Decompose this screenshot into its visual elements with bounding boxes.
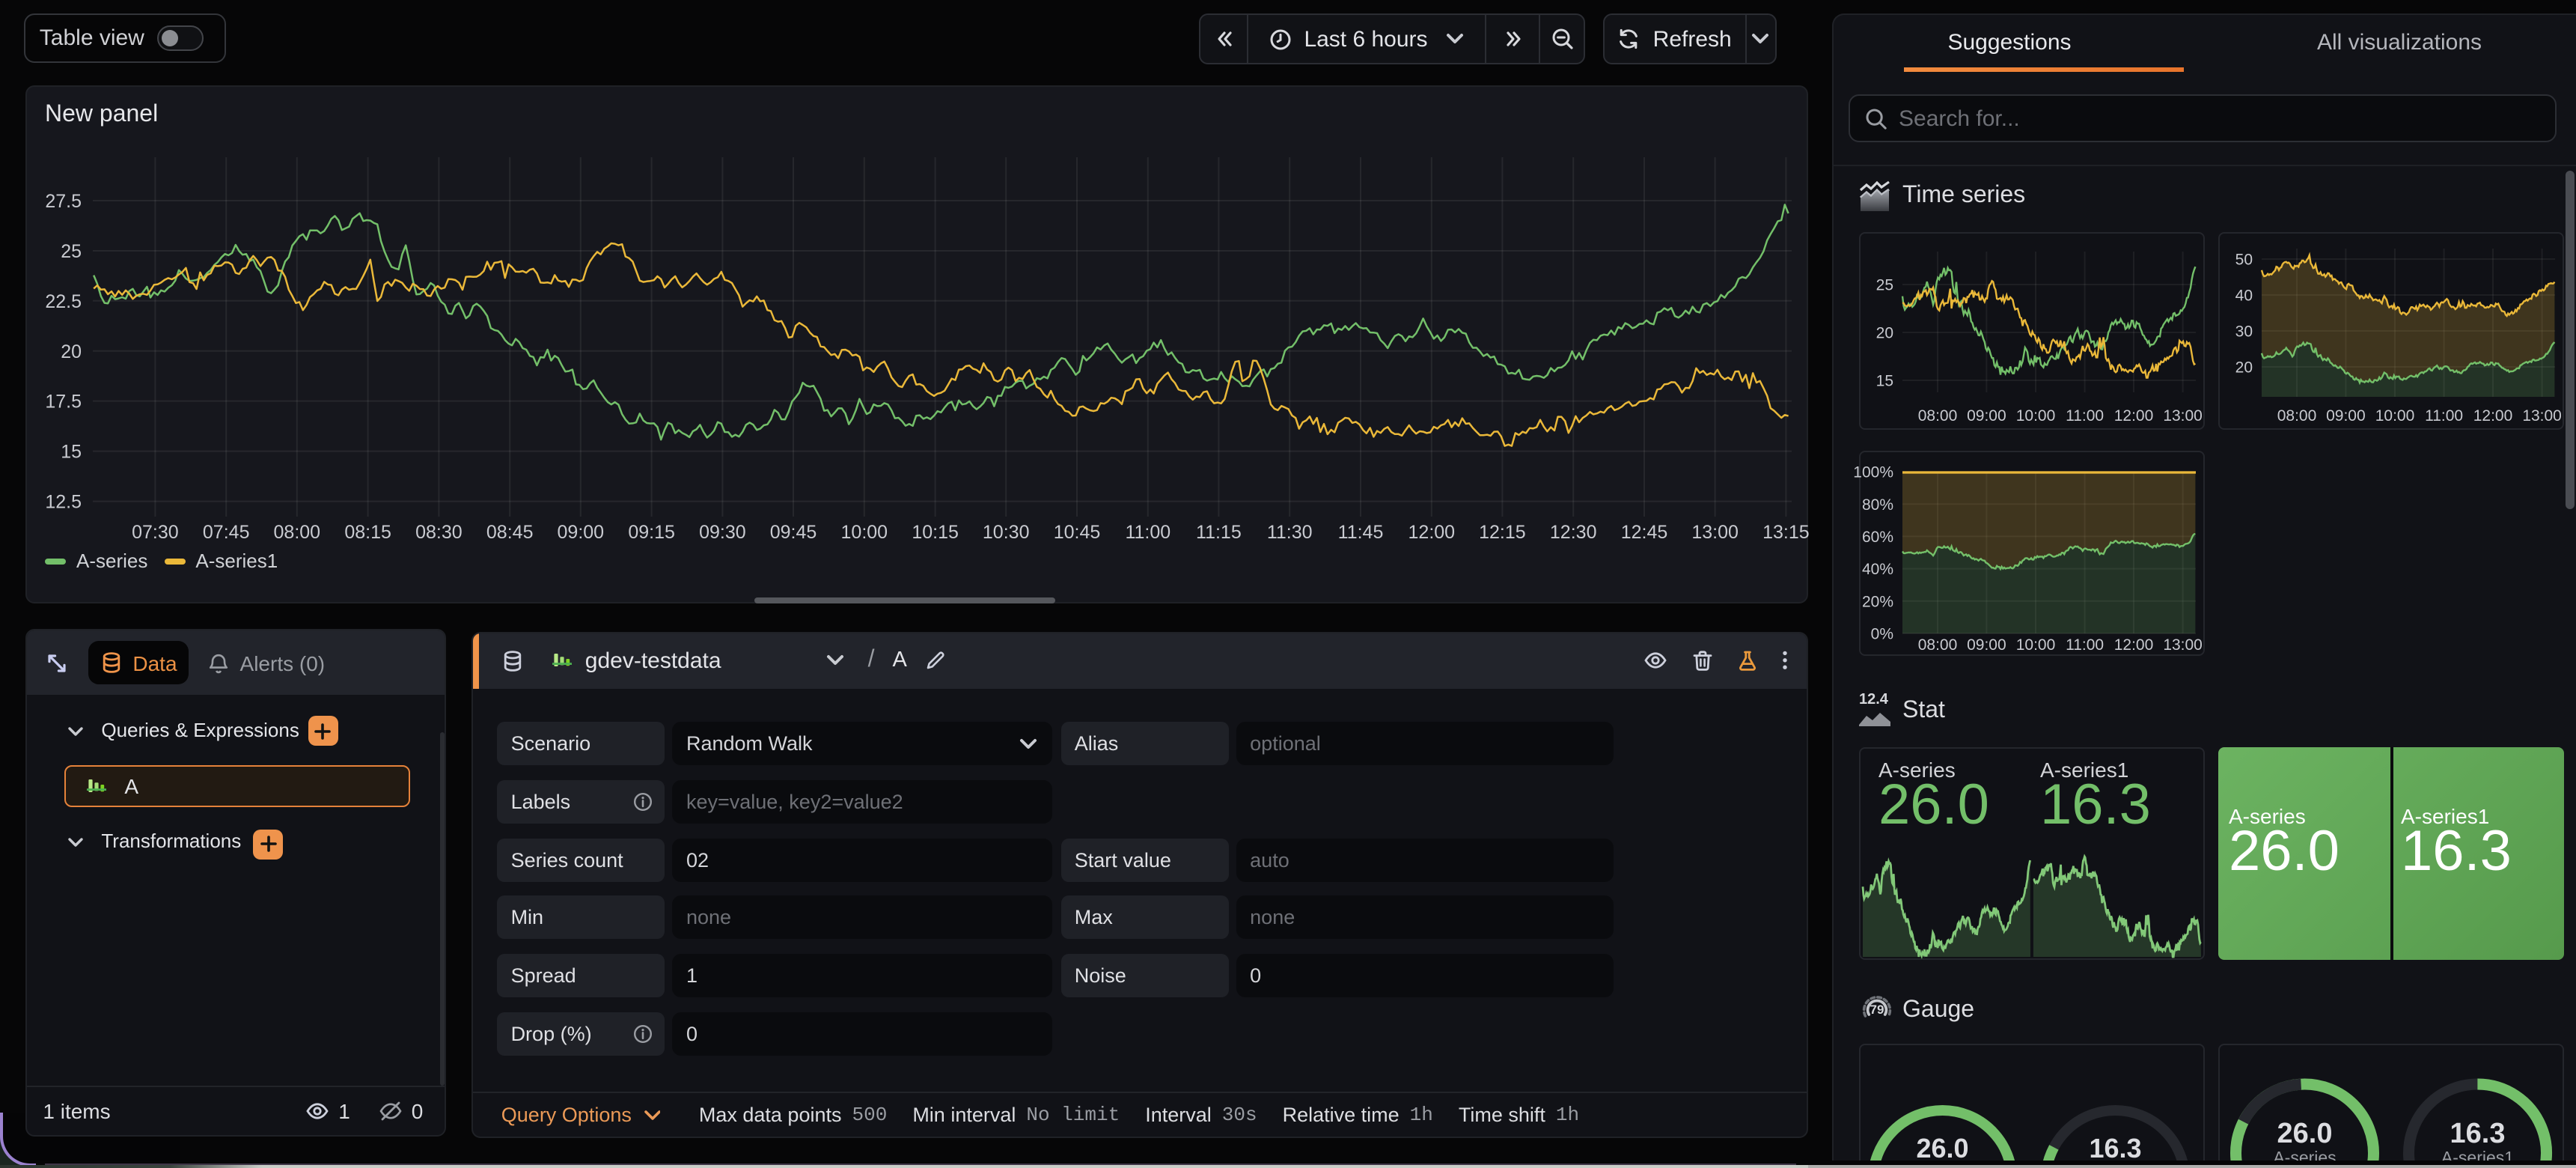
svg-text:20%: 20% bbox=[1862, 593, 1893, 610]
svg-text:09:00: 09:00 bbox=[1967, 407, 2006, 425]
svg-text:50: 50 bbox=[2235, 252, 2253, 269]
svg-text:09:00: 09:00 bbox=[1967, 636, 2006, 654]
svg-text:20: 20 bbox=[2235, 359, 2253, 377]
svg-text:100%: 100% bbox=[1853, 464, 1893, 481]
svg-text:10:00: 10:00 bbox=[2375, 407, 2415, 425]
svg-text:10:00: 10:00 bbox=[2016, 407, 2056, 425]
svg-text:15: 15 bbox=[1876, 373, 1893, 390]
svg-text:40: 40 bbox=[2235, 288, 2253, 305]
svg-text:25: 25 bbox=[1876, 277, 1893, 294]
svg-text:12:00: 12:00 bbox=[2114, 407, 2154, 425]
svg-text:12:00: 12:00 bbox=[2473, 407, 2513, 425]
svg-text:08:00: 08:00 bbox=[1918, 636, 1958, 654]
svg-text:13:00: 13:00 bbox=[2522, 407, 2562, 425]
svg-text:60%: 60% bbox=[1862, 529, 1893, 546]
svg-text:12:00: 12:00 bbox=[2114, 636, 2154, 654]
svg-text:13:00: 13:00 bbox=[2163, 636, 2203, 654]
svg-text:30: 30 bbox=[2235, 323, 2253, 341]
svg-text:40%: 40% bbox=[1862, 561, 1893, 578]
svg-text:80%: 80% bbox=[1862, 496, 1893, 514]
svg-text:0%: 0% bbox=[1871, 626, 1893, 643]
svg-text:09:00: 09:00 bbox=[2326, 407, 2366, 425]
svg-text:10:00: 10:00 bbox=[2016, 636, 2056, 654]
svg-text:11:00: 11:00 bbox=[2066, 407, 2104, 425]
svg-text:11:00: 11:00 bbox=[2066, 636, 2104, 654]
svg-text:13:00: 13:00 bbox=[2163, 407, 2203, 425]
svg-text:08:00: 08:00 bbox=[2277, 407, 2317, 425]
svg-text:08:00: 08:00 bbox=[1918, 407, 1958, 425]
svg-text:20: 20 bbox=[1876, 325, 1893, 342]
svg-text:11:00: 11:00 bbox=[2425, 407, 2463, 425]
